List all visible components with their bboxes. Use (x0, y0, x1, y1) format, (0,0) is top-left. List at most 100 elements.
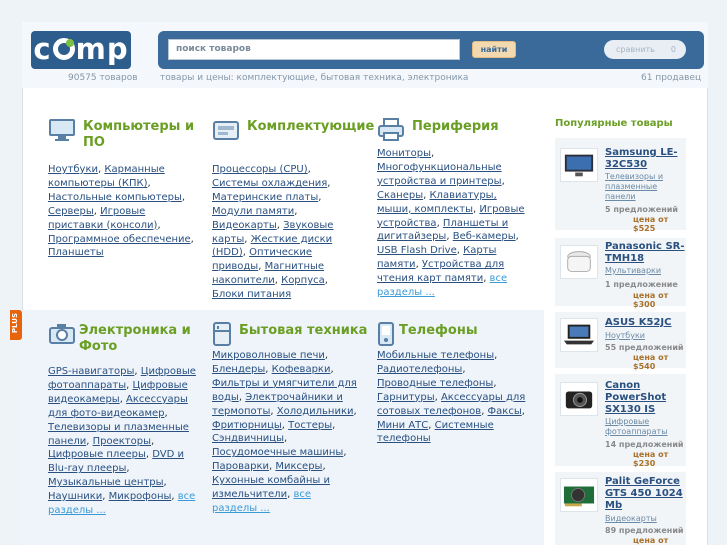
plus-label: PLUS (11, 313, 19, 334)
search-button[interactable]: найти (472, 41, 516, 58)
category-link[interactable]: Планшеты (48, 247, 104, 258)
popular-item-offers: 55 предложений (605, 343, 684, 352)
category-link[interactable]: Кофеварки (272, 364, 331, 375)
category-link[interactable]: Многофункциональные устройства и принтер… (377, 162, 502, 187)
category-link[interactable]: Гарнитуры (377, 392, 435, 403)
plus-side-tab[interactable]: PLUS (10, 310, 22, 340)
category-title[interactable]: Комплектующие (247, 119, 374, 135)
category-link[interactable]: Наушники (48, 491, 102, 502)
popular-item-offers: 5 предложений (605, 205, 678, 214)
category-link[interactable]: Модули памяти (212, 206, 294, 217)
printer-icon (378, 118, 404, 141)
category-link[interactable]: Радиотелефоны (377, 364, 462, 375)
category-links: Мобильные телефоны, Радиотелефоны, Прово… (377, 350, 526, 445)
category-link[interactable]: Цифровые плееры (48, 449, 146, 460)
category-link[interactable]: Факсы (488, 406, 522, 417)
category-link[interactable]: Мониторы (377, 148, 431, 159)
popular-item[interactable]: Canon PowerShot SX130 IS Цифровые фотоап… (555, 374, 686, 468)
items-count: 90575 товаров (68, 73, 138, 83)
camera-icon (49, 324, 75, 344)
category-link[interactable]: Материнские платы (212, 192, 318, 203)
sellers-count: 61 продавец (641, 73, 702, 83)
category-link[interactable]: Процессоры (CPU) (212, 164, 308, 175)
compare-button[interactable]: сравнить 0 (604, 40, 686, 59)
category-link[interactable]: Веб-камеры (453, 231, 516, 242)
category-links: Ноутбуки, Карманные компьютеры (КПК), На… (48, 164, 194, 259)
popular-item-offers: 1 предложение (605, 280, 678, 289)
multicooker-icon (560, 245, 598, 279)
gpu-icon (560, 478, 598, 512)
popular-title: Популярные товары (555, 118, 673, 129)
category-link[interactable]: Проекторы (93, 436, 151, 447)
category-links: Микроволновые печи, Блендеры, Кофеварки,… (212, 350, 357, 514)
category-title[interactable]: Периферия (412, 119, 499, 135)
category-link[interactable]: Программное обеспечение (48, 234, 191, 245)
category-link[interactable]: Мини АТС (377, 420, 428, 431)
compare-count: 0 (670, 45, 676, 54)
phone-icon (378, 322, 394, 346)
popular-item-offers: 14 предложений (605, 440, 684, 449)
category-links: GPS-навигаторы, Цифровые фотоаппараты, Ц… (48, 366, 196, 517)
category-title[interactable]: Электроника и Фото (79, 323, 199, 355)
popular-item-offers: 89 предложений (605, 526, 684, 535)
popular-item[interactable]: Palit GeForce GTS 450 1024 Mb Видеокарты… (555, 472, 686, 545)
category-link[interactable]: Серверы (48, 206, 94, 217)
site-tagline: товары и цены: комплектующие, бытовая те… (160, 73, 469, 83)
category-link[interactable]: Системы охлаждения (212, 178, 327, 189)
category-link[interactable]: Фритюрницы (212, 420, 282, 431)
category-link[interactable]: Миксеры (275, 461, 322, 472)
laptop-icon (560, 318, 598, 352)
site-logo[interactable]: c mp (31, 31, 131, 69)
category-links: Мониторы, Многофункциональные устройства… (377, 148, 525, 299)
category-title[interactable]: Телефоны (399, 323, 478, 339)
category-links: Процессоры (CPU), Системы охлаждения, Ма… (212, 164, 334, 301)
category-link[interactable]: Блоки питания (212, 289, 291, 300)
category-link[interactable]: Сканеры (377, 190, 423, 201)
category-link[interactable]: Холодильники (277, 406, 354, 417)
popular-item-price: цена от $230 (633, 450, 669, 468)
category-link[interactable]: Микроволновые печи (212, 350, 325, 361)
category-link[interactable]: Музыкальные центры (48, 477, 164, 488)
popular-item-name[interactable]: Palit GeForce GTS 450 1024 Mb (605, 476, 685, 512)
popular-item-price: цена от $100 (633, 536, 669, 545)
popular-item[interactable]: Panasonic SR-TMH18 Мультиварки 1 предлож… (555, 238, 686, 309)
category-link[interactable]: Настольные компьютеры (48, 192, 182, 203)
popular-item-name[interactable]: Samsung LE-32C530 (605, 147, 685, 171)
category-link[interactable]: Тостеры (288, 420, 332, 431)
category-link[interactable]: USB Flash Drive (377, 245, 457, 256)
monitor-icon (49, 119, 75, 141)
category-link[interactable]: Ноутбуки (48, 164, 98, 175)
category-link[interactable]: Блендеры (212, 364, 265, 375)
compare-label: сравнить (616, 45, 655, 54)
search-input[interactable]: поиск товаров (168, 39, 460, 60)
components-icon (213, 121, 239, 140)
category-link[interactable]: GPS-навигаторы (48, 366, 134, 377)
appliance-icon (213, 322, 231, 346)
popular-item-price: цена от $300 (633, 291, 669, 309)
popular-item[interactable]: Samsung LE-32C530 Телевизоры и плазменны… (555, 138, 686, 233)
category-link[interactable]: Посудомоечные машины (212, 447, 343, 458)
popular-item[interactable]: ASUS K52JC Ноутбуки 55 предложений цена … (555, 312, 686, 371)
popular-item-name[interactable]: Canon PowerShot SX130 IS (605, 380, 685, 416)
category-link[interactable]: Корпуса (281, 275, 325, 286)
popular-item-price: цена от $525 (633, 215, 669, 233)
popular-item-category[interactable]: Цифровые фотоаппараты (605, 417, 685, 437)
category-link[interactable]: Пароварки (212, 461, 269, 472)
popular-item-name[interactable]: Panasonic SR-TMH18 (605, 241, 685, 265)
camera-icon (560, 382, 598, 416)
category-title[interactable]: Бытовая техника (239, 323, 367, 339)
category-link[interactable]: Проводные телефоны (377, 378, 493, 389)
popular-item-category[interactable]: Ноутбуки (605, 331, 685, 341)
tv-icon (560, 148, 598, 182)
popular-item-name[interactable]: ASUS K52JC (605, 317, 685, 329)
popular-item-category[interactable]: Видеокарты (605, 514, 685, 524)
category-link[interactable]: Микрофоны (109, 491, 172, 502)
popular-item-price: цена от $540 (633, 353, 669, 371)
category-link[interactable]: Видеокарты (212, 220, 277, 231)
category-title[interactable]: Компьютеры и ПО (83, 119, 203, 151)
category-link[interactable]: Сэндвичницы (212, 433, 284, 444)
popular-item-category[interactable]: Мультиварки (605, 266, 685, 276)
category-link[interactable]: Мобильные телефоны (377, 350, 494, 361)
category-link[interactable]: Кухонные комбайны и измельчители (212, 475, 330, 500)
popular-item-category[interactable]: Телевизоры и плазменные панели (605, 172, 685, 202)
